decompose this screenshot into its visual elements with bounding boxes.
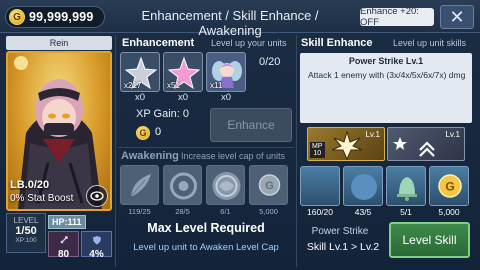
awakening-material-slot[interactable] <box>120 165 159 205</box>
close-icon: ✕ <box>449 6 465 27</box>
svg-text:G: G <box>445 180 454 194</box>
skill-info-panel: Power Strike Lv.1 Attack 1 enemy with (3… <box>300 53 472 123</box>
material-slot-fairy[interactable]: x11 <box>206 52 246 92</box>
view-unit-button[interactable] <box>86 185 108 207</box>
material-slot-silver-star[interactable]: x217 <box>120 52 160 92</box>
stat-boost-label: 0% Stat Boost <box>10 193 74 204</box>
skill-material-slot[interactable] <box>300 166 340 206</box>
skill-secondary[interactable]: Lv.1 <box>387 127 465 161</box>
sword-icon <box>60 236 68 244</box>
skill-gold-cost: 5,000 <box>438 207 460 217</box>
skill-material-slot[interactable] <box>343 166 383 206</box>
mp-cost: MP 10 <box>310 142 325 158</box>
awakening-material-slot[interactable] <box>206 165 245 205</box>
level-skill-button[interactable]: Level Skill <box>389 222 470 258</box>
level-box: LEVEL 1/50 XP:100 <box>6 213 46 253</box>
skill-material-count: 5/1 <box>400 207 412 217</box>
skill-level: Lv.1 <box>365 130 380 139</box>
skill-enhance-title: Skill Enhance <box>301 37 373 49</box>
page-title: Enhancement / Skill Enhance / Awakening <box>141 8 319 38</box>
material-count: x11 <box>210 81 223 90</box>
crescent-moon-icon <box>313 175 325 199</box>
divider <box>115 35 116 267</box>
skill-name: Power Strike Lv.1 <box>348 56 424 66</box>
defense-stat: 4% <box>81 231 112 260</box>
hp-stat: HP:111 <box>48 215 86 229</box>
skill-enhance-subtitle: Level up unit skills <box>393 38 467 48</box>
defense-value: 4% <box>89 249 104 260</box>
enhance-button[interactable]: Enhance <box>210 108 292 142</box>
awakening-gold-cost: 5,000 <box>259 207 278 216</box>
level-value: 1/50 <box>15 225 37 237</box>
close-button[interactable]: ✕ <box>440 5 474 29</box>
material-slot-pink-star[interactable]: x51 <box>163 52 203 92</box>
attack-value: 80 <box>57 249 70 260</box>
unit-name: Rein <box>6 36 112 50</box>
skill-material-slot[interactable] <box>386 166 426 206</box>
crescent-moon-orb-icon <box>351 174 377 200</box>
awakening-status: Max Level Required <box>147 221 265 235</box>
bell-icon <box>397 177 417 201</box>
gold-coin-icon: G <box>9 9 25 25</box>
awakening-subtitle: Increase level cap of units <box>181 151 286 161</box>
awakening-material-count: 6/1 <box>220 207 231 216</box>
enhancement-progress: 0/20 <box>259 56 281 68</box>
awakening-material-count: 28/5 <box>175 207 190 216</box>
awakening-title: Awakening <box>121 150 179 162</box>
feather-icon <box>130 174 151 197</box>
skill-description: Attack 1 enemy with (3x/4x/5x/6x/7x) dmg <box>308 70 466 80</box>
gold-coin-icon: G <box>438 174 462 198</box>
enhance-cost: 0 <box>155 126 162 138</box>
skill-material-count: 160/20 <box>307 207 333 217</box>
orb-icon <box>170 172 197 200</box>
awakening-material-count: 119/25 <box>128 207 151 216</box>
skill-material-count: 43/5 <box>354 207 372 217</box>
xp-gain-label: XP Gain: 0 <box>136 108 189 120</box>
attack-stat: 80 <box>48 231 79 260</box>
awakening-material-slot[interactable] <box>163 165 202 205</box>
gold-coin-icon: G <box>258 174 281 196</box>
xp-value: XP:100 <box>15 237 37 244</box>
gold-amount: 99,999,999 <box>29 10 94 24</box>
selected-count: x0 <box>220 92 232 103</box>
selected-count: x0 <box>134 92 146 103</box>
selected-count: x0 <box>177 92 189 103</box>
level-label: LEVEL <box>13 216 39 225</box>
svg-text:G: G <box>265 180 274 192</box>
shield-icon <box>92 236 101 245</box>
sphere-icon <box>212 172 241 200</box>
skill-label: Power Strike <box>311 226 369 237</box>
eye-icon <box>90 191 104 201</box>
skill-gold-slot[interactable]: G <box>429 166 469 206</box>
gold-coin-icon: G <box>136 126 150 140</box>
enhancement-subtitle: Level up your units <box>211 38 287 48</box>
material-count: x51 <box>167 81 180 90</box>
divider <box>118 147 294 148</box>
enhancement-title: Enhancement <box>122 37 195 49</box>
skill-level: Lv.1 <box>445 130 460 139</box>
skill-power-strike[interactable]: Lv.1 MP 10 <box>307 127 385 161</box>
enhancement-screen: G 99,999,999 Enhancement / Skill Enhance… <box>0 0 480 270</box>
skill-level-change: Skill Lv.1 > Lv.2 <box>306 241 380 253</box>
limit-break-label: LB.0/20 <box>10 179 50 191</box>
gold-counter: G 99,999,999 <box>5 6 105 28</box>
enhance-plus20-toggle[interactable]: Enhance +20: OFF <box>360 6 434 28</box>
awakening-gold-slot[interactable]: G <box>249 165 288 205</box>
awakening-hint: Level up unit to Awaken Level Cap <box>133 242 279 253</box>
divider <box>296 35 297 267</box>
material-count: x217 <box>124 81 142 90</box>
